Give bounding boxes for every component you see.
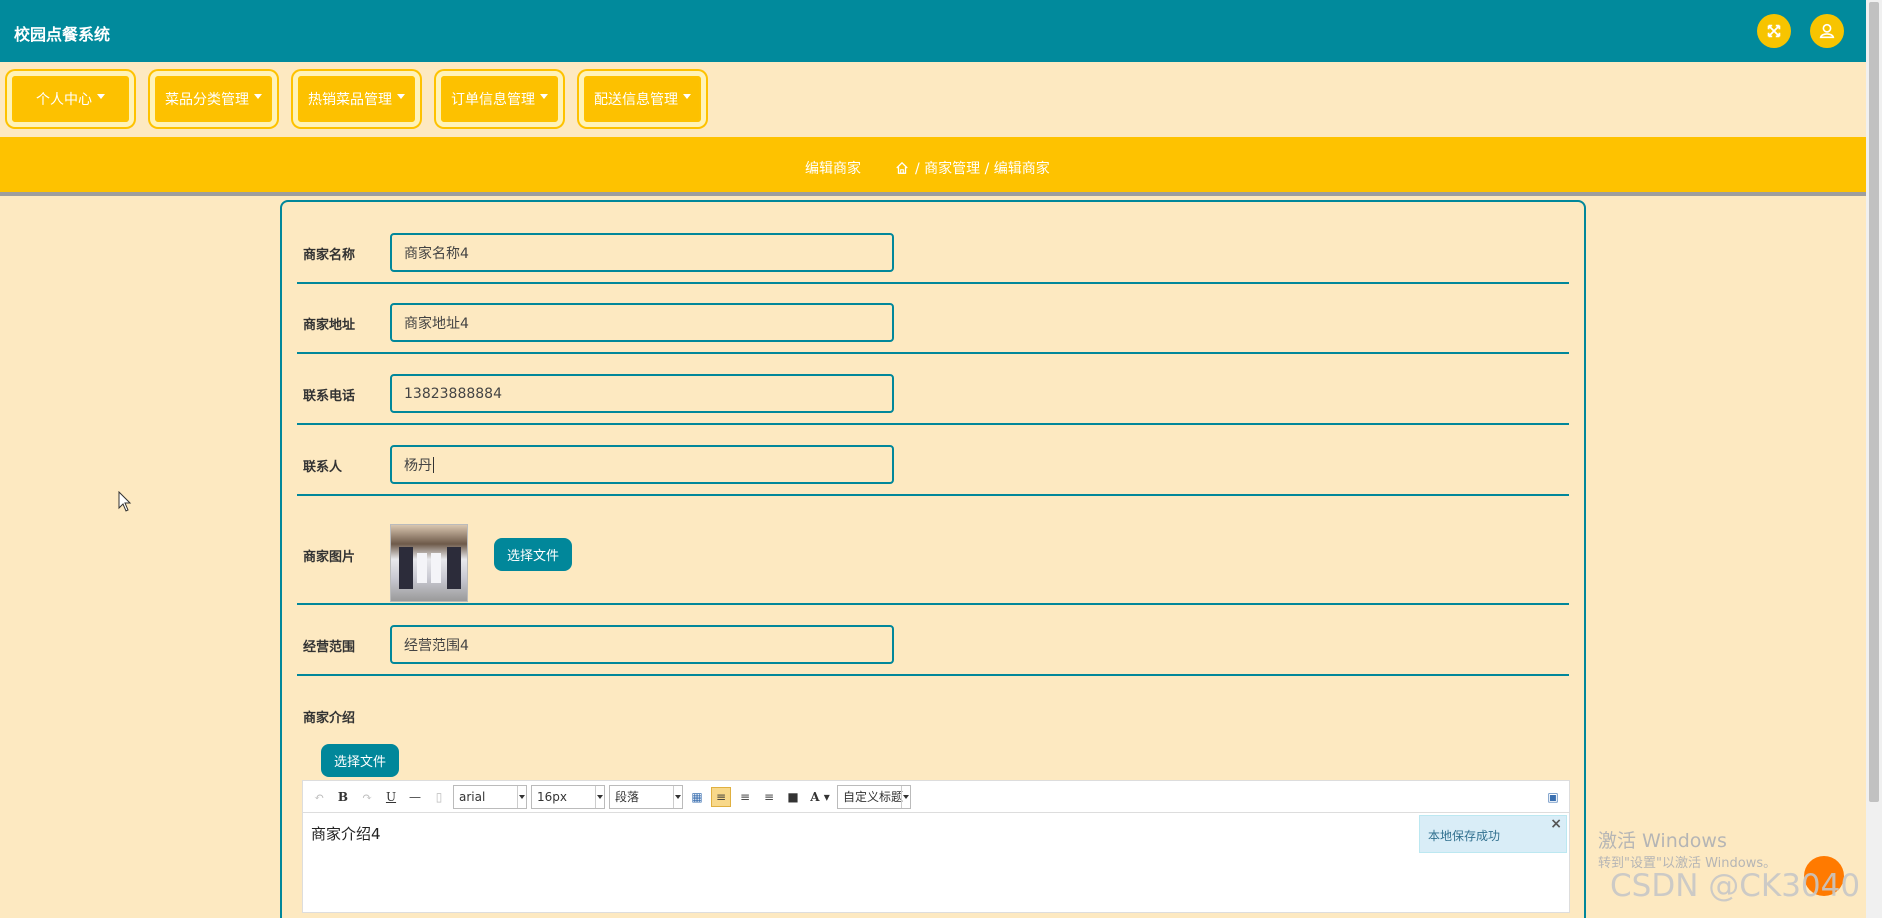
select-value: 自定义标题 [843, 790, 904, 804]
intro-choose-file-button[interactable]: 选择文件 [321, 744, 399, 777]
form-row-image: 商家图片 选择文件 [297, 504, 1569, 605]
breadcrumb-bar: 编辑商家 / 商家管理 / 编辑商家 [0, 137, 1866, 196]
nav-label: 热销菜品管理 [308, 92, 392, 108]
field-label: 联系电话 [303, 389, 356, 404]
intro-label: 商家介绍 [303, 711, 356, 726]
save-toast: 本地保存成功 × [1419, 815, 1567, 853]
fullscreen-icon [1767, 24, 1781, 38]
home-icon[interactable] [895, 161, 909, 175]
toast-message: 本地保存成功 [1428, 829, 1501, 843]
chevron-down-icon [683, 93, 691, 99]
form-row-phone: 联系电话 13823888884 [297, 362, 1569, 425]
field-label: 商家名称 [303, 248, 356, 263]
page-title: 编辑商家 [805, 161, 861, 177]
main-nav: 个人中心 菜品分类管理 热销菜品管理 订单信息管理 配送信息管理 [0, 62, 1866, 137]
breadcrumb: / 商家管理 / 编辑商家 [895, 158, 1050, 178]
business-scope-input[interactable]: 经营范围4 [390, 625, 894, 664]
user-icon [1819, 23, 1835, 39]
app-title: 校园点餐系统 [14, 25, 111, 44]
nav-item-hot-dishes[interactable]: 热销菜品管理 [293, 71, 420, 127]
nav-item-delivery[interactable]: 配送信息管理 [579, 71, 706, 127]
font-size-select[interactable]: 16px [531, 784, 605, 809]
merchant-image-thumbnail [390, 524, 468, 602]
align-left-icon[interactable]: ≡ [711, 786, 731, 807]
bold-icon[interactable]: B [333, 787, 353, 807]
horizontal-rule-icon[interactable]: — [405, 787, 425, 807]
undo-icon[interactable]: ↶ [309, 787, 329, 807]
chevron-down-icon [97, 93, 105, 99]
merchant-name-input[interactable]: 商家名称4 [390, 233, 894, 272]
close-icon[interactable]: × [1550, 816, 1562, 832]
form-row-contact: 联系人 杨丹 [297, 433, 1569, 496]
field-label: 联系人 [303, 460, 343, 475]
choose-file-button[interactable]: 选择文件 [494, 538, 572, 571]
mouse-cursor-icon [118, 491, 132, 512]
edit-merchant-form: 商家名称 商家名称4 商家地址 商家地址4 联系电话 13823888884 联… [280, 200, 1586, 918]
page-icon[interactable]: ▯ [429, 787, 449, 807]
nav-label: 订单信息管理 [451, 92, 535, 108]
top-header: 校园点餐系统 [0, 0, 1866, 62]
field-label: 商家地址 [303, 318, 356, 333]
form-row-name: 商家名称 商家名称4 [297, 222, 1569, 284]
phone-input[interactable]: 13823888884 [390, 374, 894, 413]
redo-icon[interactable]: ↷ [357, 787, 377, 807]
preview-icon[interactable]: ▣ [1543, 787, 1563, 807]
font-family-select[interactable]: arial [453, 784, 527, 809]
form-row-scope: 经营范围 经营范围4 [297, 613, 1569, 676]
nav-label: 菜品分类管理 [165, 92, 249, 108]
select-value: arial [459, 789, 486, 804]
nav-item-orders[interactable]: 订单信息管理 [436, 71, 563, 127]
field-label: 商家图片 [303, 550, 356, 565]
paragraph-select[interactable]: 段落 [609, 784, 683, 809]
font-color-icon[interactable]: A ▾ [807, 787, 833, 807]
align-right-icon[interactable]: ≡ [735, 787, 755, 807]
input-value: 商家地址4 [404, 315, 469, 332]
nav-item-dish-category[interactable]: 菜品分类管理 [150, 71, 277, 127]
align-center-icon[interactable]: ≡ [759, 787, 779, 807]
editor-toolbar: ↶ B ↷ U — ▯ arial 16px 段落 ▦ ≡ ≡ ≡ ■ A ▾ … [302, 780, 1570, 813]
underline-icon[interactable]: U [381, 787, 401, 807]
windows-activation-title: 激活 Windows [1598, 830, 1727, 852]
scroll-thumb[interactable] [1869, 2, 1879, 802]
rich-text-editor[interactable]: 商家介绍4 本地保存成功 × [302, 813, 1570, 913]
field-label: 经营范围 [303, 640, 356, 655]
page-scrollbar[interactable] [1866, 0, 1882, 918]
nav-item-personal-center[interactable]: 个人中心 [7, 71, 134, 127]
select-value: 段落 [615, 790, 640, 804]
contact-input[interactable]: 杨丹 [390, 445, 894, 484]
input-value: 杨丹 [404, 457, 432, 474]
fullscreen-button[interactable] [1757, 14, 1791, 48]
form-row-address: 商家地址 商家地址4 [297, 292, 1569, 354]
user-button[interactable] [1810, 14, 1844, 48]
nav-label: 配送信息管理 [594, 92, 678, 108]
chevron-down-icon [254, 93, 262, 99]
breadcrumb-path[interactable]: / 商家管理 / 编辑商家 [915, 158, 1050, 178]
merchant-address-input[interactable]: 商家地址4 [390, 303, 894, 342]
input-value: 商家名称4 [404, 245, 469, 262]
input-value: 13823888884 [404, 385, 502, 402]
select-value: 16px [537, 789, 567, 804]
custom-title-select[interactable]: 自定义标题 [837, 784, 911, 809]
text-cursor [433, 456, 434, 473]
chevron-down-icon [397, 93, 405, 99]
nav-label: 个人中心 [36, 92, 92, 108]
chevron-down-icon [540, 93, 548, 99]
input-value: 经营范围4 [404, 637, 469, 654]
align-justify-icon[interactable]: ■ [783, 787, 803, 807]
table-icon[interactable]: ▦ [687, 787, 707, 807]
editor-content: 商家介绍4 [311, 825, 381, 843]
csdn-watermark: CSDN @CK3040 [1610, 868, 1861, 904]
